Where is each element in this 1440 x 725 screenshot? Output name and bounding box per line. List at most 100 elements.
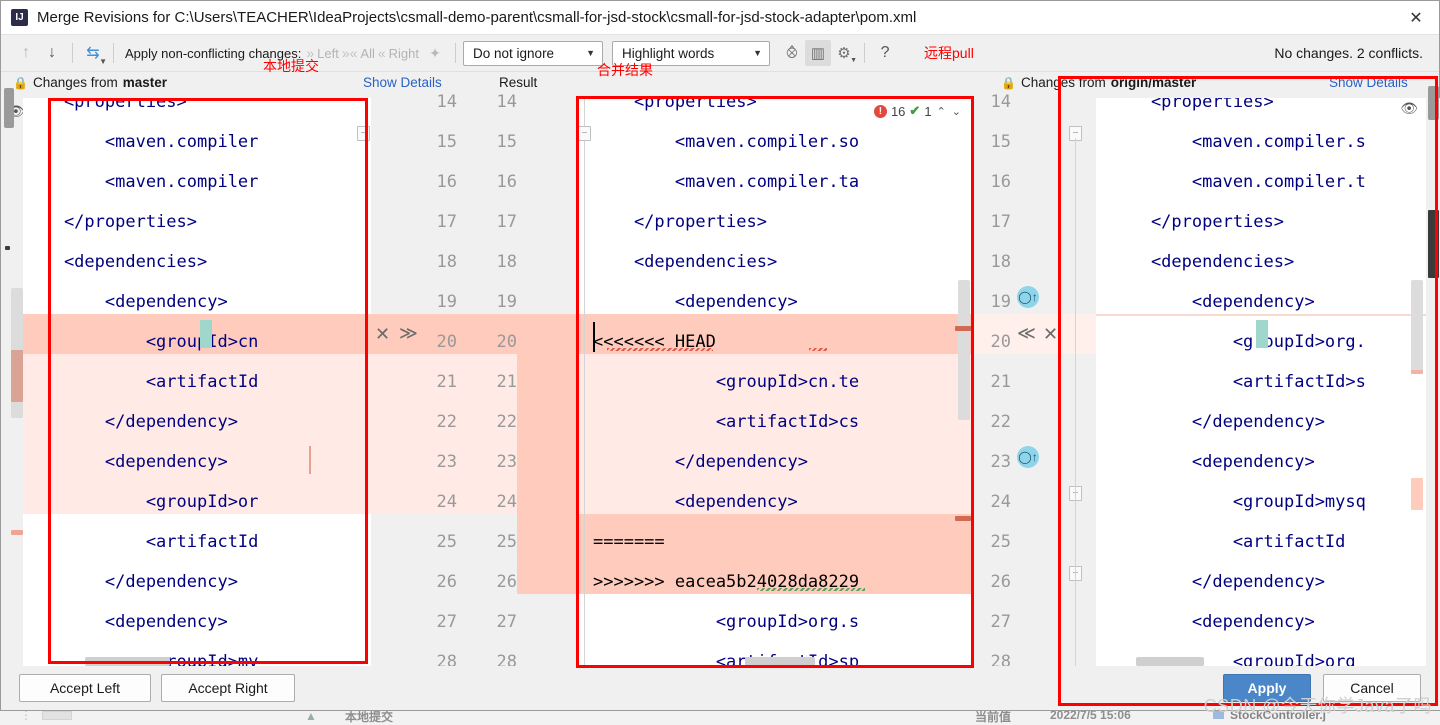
- chevron-down-icon: ▼: [850, 57, 858, 64]
- code-line: <maven.compiler: [23, 132, 259, 152]
- right-editor-pane[interactable]: <properties> <maven.compiler.s <maven.co…: [1096, 98, 1426, 668]
- left-code-text: <properties> <maven.compiler <maven.comp…: [23, 98, 371, 668]
- revert-to-origin-icon[interactable]: ◯↑: [1017, 286, 1039, 308]
- code-line-conflict-separator: =======: [593, 532, 665, 552]
- line-number: 23: [436, 452, 457, 472]
- left-accept-change-icon[interactable]: ≫: [399, 323, 418, 344]
- code-line: <artifactId: [23, 372, 259, 392]
- settings-gear-icon[interactable]: ⚙ ▼: [831, 40, 857, 66]
- toggle-columns-icon[interactable]: ▥: [805, 40, 832, 66]
- line-number: 14: [990, 92, 1011, 112]
- left-middle-gutter: 14 15 16 17 18 19 20 21 22 23 24 25 26 2…: [371, 92, 579, 672]
- line-number: 19: [990, 292, 1011, 312]
- code-line: <dependencies>: [23, 252, 208, 272]
- close-icon[interactable]: ✕: [1393, 1, 1439, 35]
- left-revert-change-icon[interactable]: ✕: [375, 324, 390, 345]
- line-number: 18: [496, 252, 517, 272]
- inspection-ok-count: 1: [924, 103, 932, 119]
- result-editor-pane[interactable]: <properties> <maven.compiler.so <maven.c…: [579, 98, 973, 668]
- line-number: 18: [436, 252, 457, 272]
- right-show-details-link[interactable]: Show Details: [1329, 75, 1408, 90]
- apply-right-label: Right: [388, 45, 420, 61]
- line-number: 21: [496, 372, 517, 392]
- line-number: 26: [436, 572, 457, 592]
- line-number: 20: [436, 332, 457, 352]
- code-line: <dependency>: [23, 452, 228, 472]
- right-accept-change-icon[interactable]: ≪: [1017, 323, 1036, 344]
- right-diff-marker: [1411, 478, 1423, 510]
- error-squiggle: [809, 348, 827, 351]
- left-diff-marker: [11, 350, 23, 402]
- code-line: <maven.compiler: [23, 172, 259, 192]
- left-caret: [309, 446, 311, 474]
- merge-dialog: IJ Merge Revisions for C:\Users\TEACHER\…: [0, 0, 1440, 711]
- fold-collapse-icon[interactable]: −: [357, 126, 370, 141]
- previous-difference-icon[interactable]: ↑: [13, 40, 39, 66]
- right-outer-scroll-thumb[interactable]: [1428, 86, 1439, 120]
- code-line: <artifactId>s: [1110, 372, 1366, 392]
- collapse-unchanged-icon[interactable]: ⨶: [779, 40, 805, 66]
- intellij-icon: IJ: [11, 9, 28, 26]
- right-horizontal-scrollbar[interactable]: [1136, 657, 1204, 666]
- line-number: 18: [990, 252, 1011, 272]
- line-number: 22: [436, 412, 457, 432]
- code-line: <maven.compiler.s: [1110, 132, 1366, 152]
- csdn-watermark: CSDN @今天你学Java了吗: [1203, 696, 1432, 716]
- fold-collapse-icon[interactable]: −: [579, 126, 591, 141]
- revert-to-origin-icon[interactable]: ◯↑: [1017, 446, 1039, 468]
- line-number: 16: [436, 172, 457, 192]
- window-title: Merge Revisions for C:\Users\TEACHER\Ide…: [37, 9, 917, 26]
- eye-icon[interactable]: 👁: [1400, 100, 1418, 117]
- code-line: </dependency>: [1110, 572, 1325, 592]
- code-line-conflict-head: <<<<<<< HEAD: [593, 332, 716, 352]
- right-revert-change-icon[interactable]: ✕: [1043, 324, 1058, 345]
- left-pane-header: 🔒 Changes from master: [13, 75, 167, 90]
- apply-all-button[interactable]: »« All: [342, 45, 375, 61]
- inspection-next-icon[interactable]: ⌄: [951, 105, 962, 118]
- line-number: 22: [496, 412, 517, 432]
- left-horizontal-scrollbar[interactable]: [85, 657, 170, 666]
- inspection-prev-icon[interactable]: ⌃: [936, 105, 947, 118]
- accept-right-button[interactable]: Accept Right: [161, 674, 295, 702]
- magic-resolve-icon[interactable]: ✦: [422, 40, 448, 66]
- code-line: <properties>: [1110, 98, 1274, 112]
- code-line: </dependency>: [1110, 412, 1325, 432]
- apply-right-button[interactable]: « Right: [378, 45, 419, 61]
- code-line: <groupId>cn: [23, 332, 259, 352]
- ignore-policy-value: Do not ignore: [473, 45, 555, 61]
- accept-left-button[interactable]: Accept Left: [19, 674, 151, 702]
- code-line: <maven.compiler.so: [593, 132, 860, 152]
- left-editor-pane[interactable]: <properties> <maven.compiler <maven.comp…: [23, 98, 371, 668]
- code-line: </dependency>: [23, 412, 238, 432]
- line-number: 23: [990, 452, 1011, 472]
- highlight-policy-value: Highlight words: [622, 45, 715, 61]
- code-line: <dependencies>: [593, 252, 778, 272]
- inspection-ok-icon: ✔: [909, 103, 921, 118]
- line-number: 15: [990, 132, 1011, 152]
- line-number: 17: [436, 212, 457, 232]
- help-icon[interactable]: ?: [872, 40, 898, 66]
- code-line: <artifactId: [23, 532, 259, 552]
- result-vertical-scroll-thumb[interactable]: [958, 280, 970, 420]
- right-vertical-scroll-thumb[interactable]: [1411, 280, 1423, 372]
- line-number: 14: [436, 92, 457, 112]
- double-chevron-left-icon: «: [377, 45, 386, 61]
- right-pane-header: 🔒 Changes from origin/master: [1001, 75, 1196, 90]
- left-diff-marker: [11, 530, 23, 535]
- annotation-local-commit: 本地提交: [263, 58, 319, 74]
- inspection-widget[interactable]: ! 16 ✔ 1 ⌃ ⌄: [870, 102, 965, 120]
- chevron-down-icon: ▼: [586, 48, 596, 58]
- result-horizontal-scrollbar[interactable]: [745, 657, 815, 666]
- left-change-markers: [11, 98, 23, 668]
- ide-bg-branch-icon: ▲: [305, 709, 317, 723]
- title-bar: IJ Merge Revisions for C:\Users\TEACHER\…: [1, 1, 1439, 35]
- line-number: 14: [496, 92, 517, 112]
- apply-all-nonconflicting-icon[interactable]: ⇆ ▼: [80, 40, 107, 66]
- apply-all-glyph: ⇆: [86, 45, 100, 62]
- line-number: 20: [990, 332, 1011, 352]
- code-line: </dependency>: [23, 572, 238, 592]
- ignore-policy-select[interactable]: Do not ignore ▼: [463, 40, 604, 66]
- line-number: 21: [436, 372, 457, 392]
- next-difference-icon[interactable]: ↓: [39, 40, 65, 66]
- line-number: 20: [496, 332, 517, 352]
